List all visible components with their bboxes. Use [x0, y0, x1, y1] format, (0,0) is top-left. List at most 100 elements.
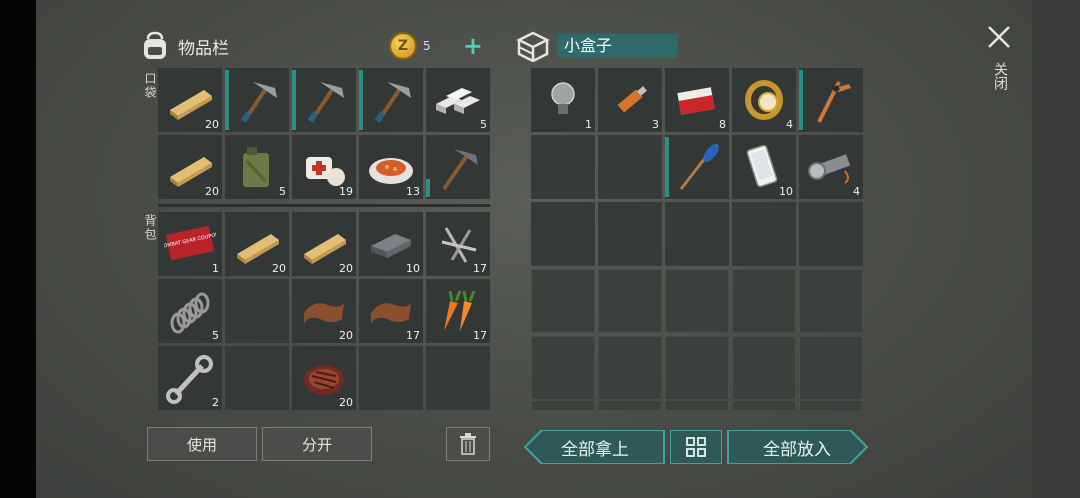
item-count: 10	[779, 185, 793, 198]
box-icon	[516, 31, 550, 62]
box-slot-empty[interactable]	[732, 202, 796, 266]
box-slot[interactable]	[799, 68, 863, 132]
take-all-label: 全部拿上	[561, 439, 629, 460]
inventory-slot[interactable]: 20	[292, 279, 356, 343]
box-grid: 1 3 8 4 10 4	[531, 68, 863, 400]
coin-icon: Z	[389, 32, 417, 60]
put-all-button[interactable]: 全部放入	[726, 430, 868, 464]
inventory-slot-empty[interactable]	[225, 346, 289, 410]
box-slot-locked	[665, 400, 729, 410]
split-button[interactable]: 分开	[262, 427, 372, 461]
item-count: 8	[719, 118, 726, 131]
sort-button[interactable]	[670, 430, 722, 464]
inventory-slot[interactable]: 20	[158, 135, 222, 199]
grid-sort-icon	[686, 437, 706, 457]
inventory-slot[interactable]: 5	[426, 68, 490, 132]
coupon-icon: COMBAT GEAR COUPON	[164, 226, 216, 260]
inventory-slot[interactable]: 2	[158, 346, 222, 410]
spring-icon	[170, 292, 210, 334]
box-slot-locked	[799, 269, 863, 333]
inventory-slot[interactable]: 5	[225, 135, 289, 199]
pocket-grid: 20 5 20 5 19 13	[158, 68, 490, 199]
left-edge	[0, 0, 36, 498]
box-slot-locked	[799, 400, 863, 410]
backpack-label: 背包	[143, 214, 157, 242]
usb-stick-icon	[617, 86, 647, 113]
right-edge	[1032, 0, 1080, 498]
coin-count: 5	[423, 39, 431, 53]
inventory-slot-empty[interactable]	[225, 279, 289, 343]
box-slot[interactable]: 4	[799, 135, 863, 199]
use-button[interactable]: 使用	[147, 427, 257, 461]
inventory-slot[interactable]: 20	[292, 346, 356, 410]
box-slot[interactable]: 4	[732, 68, 796, 132]
inventory-slot[interactable]: 20	[225, 212, 289, 276]
coin-balance: Z 5 +	[389, 32, 489, 60]
box-header: 小盒子	[516, 30, 678, 62]
wrench-icon	[166, 355, 213, 404]
box-slot[interactable]: 1	[531, 68, 595, 132]
box-slot-empty[interactable]	[665, 202, 729, 266]
box-slot-locked	[531, 336, 595, 400]
inventory-slot[interactable]: 20	[158, 68, 222, 132]
item-count: 5	[279, 185, 286, 198]
box-slot-locked	[732, 336, 796, 400]
inventory-slot[interactable]: 5	[158, 279, 222, 343]
box-slot[interactable]: 3	[598, 68, 662, 132]
take-all-button[interactable]: 全部拿上	[524, 430, 666, 464]
trash-button[interactable]	[446, 427, 490, 461]
inventory-slot[interactable]: 17	[359, 279, 423, 343]
add-coins-button[interactable]: +	[463, 34, 483, 58]
item-count: 17	[473, 329, 487, 342]
inventory-slot[interactable]: 19	[292, 135, 356, 199]
box-slot-locked	[732, 269, 796, 333]
box-slot-locked	[598, 400, 662, 410]
backpack-grid: COMBAT GEAR COUPON 1 20 20 10 17 5 20 17…	[158, 212, 490, 410]
item-count: 4	[786, 118, 793, 131]
item-count: 19	[339, 185, 353, 198]
box-slot-locked	[531, 269, 595, 333]
inventory-slot-empty[interactable]	[359, 346, 423, 410]
trash-icon	[460, 433, 476, 455]
box-slot-empty[interactable]	[598, 202, 662, 266]
iron-ingot-icon	[436, 88, 480, 114]
flashlight-icon	[808, 154, 851, 184]
close-icon[interactable]	[986, 24, 1012, 50]
inventory-slot[interactable]	[359, 68, 423, 132]
box-slot-empty[interactable]	[598, 135, 662, 199]
inventory-slot[interactable]	[225, 68, 289, 132]
box-slot-empty[interactable]	[531, 202, 595, 266]
box-slot-empty[interactable]	[531, 135, 595, 199]
item-count: 5	[212, 329, 219, 342]
inventory-slot[interactable]: COMBAT GEAR COUPON 1	[158, 212, 222, 276]
box-grid-overflow	[531, 400, 863, 410]
hockey-stick-icon	[817, 81, 851, 123]
paddle-icon	[679, 143, 719, 190]
item-count: 3	[652, 118, 659, 131]
light-bulb-icon	[551, 82, 575, 114]
box-slot[interactable]: 8	[665, 68, 729, 132]
box-slot-empty[interactable]	[799, 202, 863, 266]
inventory-slot[interactable]: 20	[292, 212, 356, 276]
inventory-slot[interactable]: 13	[359, 135, 423, 199]
inventory-header: 物品栏	[140, 30, 229, 62]
inventory-slot[interactable]: 17	[426, 212, 490, 276]
inventory-slot[interactable]	[426, 135, 490, 199]
item-count: 4	[853, 185, 860, 198]
put-all-label: 全部放入	[763, 439, 831, 460]
box-slot[interactable]: 10	[732, 135, 796, 199]
item-count: 2	[212, 396, 219, 409]
inventory-slot[interactable]	[292, 68, 356, 132]
backpack-icon	[144, 31, 166, 59]
inventory-slot[interactable]: 17	[426, 279, 490, 343]
pickaxe-icon	[307, 82, 344, 123]
inventory-slot-empty[interactable]	[426, 346, 490, 410]
box-slot-locked	[598, 269, 662, 333]
close-label[interactable]: 关闭	[990, 62, 1010, 90]
item-count: 17	[473, 262, 487, 275]
section-divider	[158, 204, 490, 207]
pickaxe-icon	[240, 82, 277, 123]
box-slot[interactable]	[665, 135, 729, 199]
item-count: 13	[406, 185, 420, 198]
inventory-slot[interactable]: 10	[359, 212, 423, 276]
